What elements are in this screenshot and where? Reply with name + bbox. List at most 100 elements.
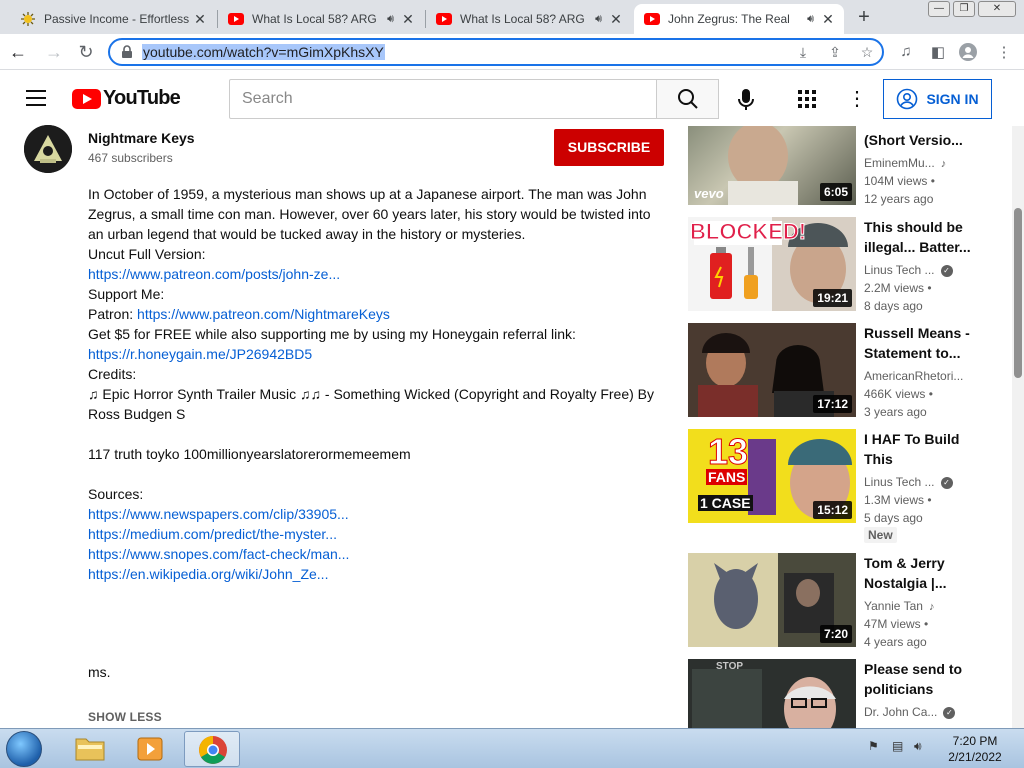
channel-name[interactable]: Yannie Tan (864, 599, 923, 613)
recommended-video[interactable]: BLOCKED! 19:21 This should be illegal...… (688, 217, 988, 313)
thumbnail-fans-text: FANS (706, 469, 748, 485)
close-tab-icon[interactable]: ✕ (820, 11, 836, 28)
video-title[interactable]: This should be illegal... Batter... (864, 217, 982, 257)
recommended-video[interactable]: vevo 6:05 (Short Versio... EminemMu... ♪ … (688, 126, 988, 220)
new-tab-button[interactable]: + (852, 6, 876, 30)
browser-tab-strip: Passive Income - Effortless ✕ What Is Lo… (0, 0, 1024, 34)
browser-menu-icon[interactable]: ⋮ (994, 43, 1014, 63)
vevo-watermark: vevo (694, 186, 724, 201)
youtube-logo[interactable]: YouTube (72, 87, 181, 110)
video-thumbnail[interactable]: 17:12 (688, 323, 856, 417)
close-window-button[interactable]: ✕ (978, 1, 1016, 17)
video-thumbnail[interactable]: 13 FANS 1 CASE 15:12 (688, 429, 856, 523)
source-link[interactable]: https://medium.com/predict/the-myster... (88, 526, 337, 542)
video-title[interactable]: (Short Versio... (864, 130, 982, 150)
menu-hamburger-icon[interactable] (26, 90, 46, 106)
share-icon[interactable]: ⇪ (826, 44, 844, 62)
video-title[interactable]: Russell Means - Statement to... (864, 323, 982, 363)
close-tab-icon[interactable]: ✕ (608, 11, 624, 28)
microphone-icon[interactable] (736, 88, 756, 112)
action-center-icon[interactable]: ⚑ (868, 739, 879, 753)
minimize-button[interactable]: — (928, 1, 950, 17)
bookmark-star-icon[interactable]: ☆ (858, 44, 876, 62)
media-player-taskbar-button[interactable] (122, 731, 178, 767)
patreon-link[interactable]: https://www.patreon.com/NightmareKeys (137, 306, 390, 322)
channel-name[interactable]: Linus Tech ... (864, 475, 935, 489)
description-end-text: ms. (88, 664, 111, 680)
start-button[interactable] (6, 731, 42, 767)
reload-button[interactable]: ↻ (74, 40, 98, 64)
search-input[interactable] (229, 79, 657, 119)
speaker-icon[interactable]: 🔊︎ (807, 13, 814, 26)
recommended-video[interactable]: STOP Please send to politicians Dr. John… (688, 659, 988, 728)
patron-label: Patron: (88, 306, 138, 322)
honeygain-link[interactable]: https://r.honeygain.me/JP26942BD5 (88, 346, 312, 362)
source-link[interactable]: https://en.wikipedia.org/wiki/John_Ze... (88, 566, 328, 582)
system-clock[interactable]: 7:20 PM 2/21/2022 (940, 733, 1010, 765)
search-button[interactable] (656, 79, 719, 119)
back-button[interactable]: ← (6, 40, 30, 64)
tab-title: What Is Local 58? ARG (460, 12, 585, 26)
file-explorer-taskbar-button[interactable] (62, 731, 118, 767)
uncut-version-link[interactable]: https://www.patreon.com/posts/john-ze... (88, 266, 340, 282)
network-icon[interactable]: ▤ (892, 739, 903, 753)
thumbnail-number-text: 13 (707, 431, 749, 473)
browser-tab-3[interactable]: What Is Local 58? ARG 🔊︎ ✕ (426, 4, 632, 34)
volume-icon[interactable]: 🔊︎ (914, 739, 922, 754)
subscribe-button[interactable]: SUBSCRIBE (554, 129, 664, 166)
video-thumbnail[interactable]: BLOCKED! 19:21 (688, 217, 856, 311)
thumbnail-case-text: 1 CASE (698, 495, 753, 511)
speaker-icon[interactable]: 🔊︎ (595, 13, 602, 26)
channel-name[interactable]: EminemMu... (864, 156, 935, 170)
profile-avatar-icon[interactable] (958, 43, 978, 63)
close-tab-icon[interactable]: ✕ (400, 11, 416, 28)
settings-dots-icon[interactable]: ⋮ (847, 88, 867, 110)
video-thumbnail[interactable]: STOP (688, 659, 856, 728)
maximize-button[interactable]: ❐ (953, 1, 975, 17)
browser-tab-active[interactable]: John Zegrus: The Real 🔊︎ ✕ (634, 4, 844, 34)
speaker-icon[interactable]: 🔊︎ (387, 13, 394, 26)
source-link[interactable]: https://www.snopes.com/fact-check/man... (88, 546, 349, 562)
browser-tab-1[interactable]: Passive Income - Effortless ✕ (10, 4, 216, 34)
youtube-wordmark: YouTube (103, 87, 181, 109)
music-note-icon: ♪ (940, 158, 947, 170)
lock-icon[interactable] (120, 45, 134, 59)
install-app-icon[interactable]: ⤓ (794, 44, 812, 62)
url-text[interactable]: youtube.com/watch?v=mGimXpKhsXY (142, 44, 385, 60)
browser-tab-2[interactable]: What Is Local 58? ARG 🔊︎ ✕ (218, 4, 424, 34)
recommended-video[interactable]: 7:20 Tom & Jerry Nostalgia |... Yannie T… (688, 553, 988, 649)
apps-grid-icon[interactable] (797, 89, 817, 109)
video-thumbnail[interactable]: 7:20 (688, 553, 856, 647)
video-thumbnail[interactable]: vevo 6:05 (688, 126, 856, 205)
side-panel-icon[interactable]: ◧ (928, 43, 948, 63)
source-link[interactable]: https://www.newspapers.com/clip/33905... (88, 506, 349, 522)
scrollbar-thumb[interactable] (1014, 208, 1022, 378)
address-bar[interactable]: youtube.com/watch?v=mGimXpKhsXY ⤓ ⇪ ☆ (108, 38, 884, 66)
youtube-play-icon (72, 88, 101, 109)
media-controls-icon[interactable]: ♫ (896, 43, 916, 63)
channel-name[interactable]: AmericanRhetori... (864, 367, 963, 385)
channel-name[interactable]: Nightmare Keys (88, 130, 195, 146)
recommended-video[interactable]: 17:12 Russell Means - Statement to... Am… (688, 323, 988, 419)
browser-toolbar: ← → ↻ youtube.com/watch?v=mGimXpKhsXY ⤓ … (0, 34, 1024, 70)
channel-name[interactable]: Linus Tech ... (864, 263, 935, 277)
close-tab-icon[interactable]: ✕ (192, 11, 208, 28)
page-scrollbar[interactable] (1012, 126, 1024, 728)
forward-button[interactable]: → (42, 40, 66, 64)
recommended-video[interactable]: 13 FANS 1 CASE 15:12 I HAF To Build This… (688, 429, 988, 549)
chrome-icon (199, 736, 227, 764)
video-duration: 17:12 (813, 395, 852, 413)
video-title[interactable]: I HAF To Build This (864, 429, 982, 469)
video-title[interactable]: Tom & Jerry Nostalgia |... (864, 553, 982, 593)
description-paragraph: In October of 1959, a mysterious man sho… (88, 186, 651, 242)
verified-check-icon: ✓ (940, 264, 953, 277)
channel-name[interactable]: Dr. John Ca... (864, 705, 937, 719)
video-title[interactable]: Please send to politicians (864, 659, 982, 699)
view-count: 2.2M views • (864, 281, 932, 295)
show-less-button[interactable]: SHOW LESS (88, 710, 162, 724)
sign-in-button[interactable]: SIGN IN (883, 79, 992, 119)
chrome-taskbar-button[interactable] (184, 731, 240, 767)
channel-avatar[interactable] (24, 125, 72, 173)
